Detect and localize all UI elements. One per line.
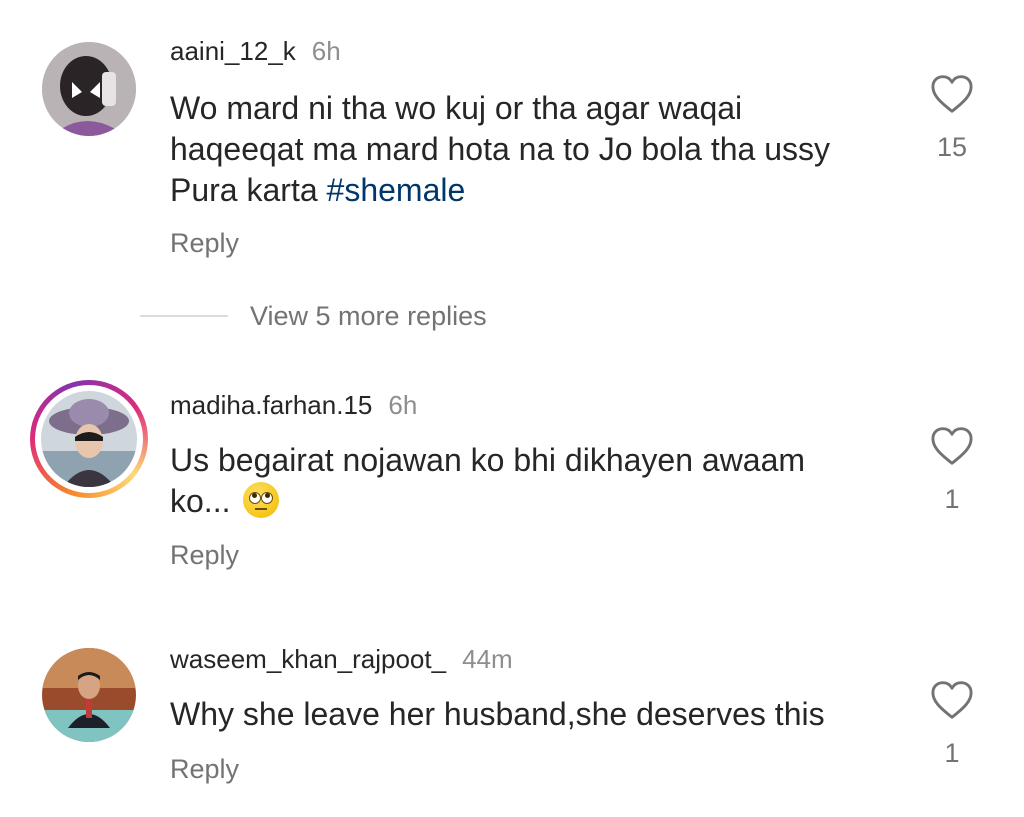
like-count: 1 (944, 484, 960, 514)
hashtag-link[interactable]: #shemale (327, 172, 466, 208)
like-button[interactable]: 1 (926, 426, 978, 515)
username[interactable]: aaini_12_k (170, 36, 296, 66)
reply-button[interactable]: Reply (170, 754, 239, 785)
like-button[interactable]: 15 (926, 74, 978, 163)
username[interactable]: madiha.farhan.15 (170, 390, 372, 420)
like-count: 1 (944, 738, 960, 768)
heart-outline-icon (931, 681, 973, 719)
username[interactable]: waseem_khan_rajpoot_ (170, 644, 446, 674)
comment-text: Why she leave her husband,she deserves t… (170, 694, 870, 735)
avatar[interactable] (42, 42, 136, 136)
like-count: 15 (936, 132, 968, 162)
timestamp: 6h (388, 390, 418, 420)
timestamp: 44m (462, 644, 513, 674)
divider-line (140, 315, 228, 317)
comment-meta: waseem_khan_rajpoot_ 44m (170, 644, 513, 675)
face-with-rolling-eyes-emoji (243, 482, 280, 518)
avatar[interactable] (42, 648, 136, 742)
view-more-replies-button[interactable]: View 5 more replies (140, 296, 487, 336)
heart-outline-icon (931, 75, 973, 113)
comment-meta: aaini_12_k 6h (170, 36, 341, 67)
comment-meta: madiha.farhan.15 6h (170, 390, 417, 421)
avatar-with-story-ring[interactable] (30, 380, 148, 498)
timestamp: 6h (311, 36, 341, 66)
like-button[interactable]: 1 (926, 680, 978, 769)
comment-body: Why she leave her husband,she deserves t… (170, 696, 825, 732)
heart-outline-icon (931, 427, 973, 465)
view-more-replies-label: View 5 more replies (250, 300, 487, 331)
comment-body: Wo mard ni tha wo kuj or tha agar waqai … (170, 90, 830, 208)
comment-text: Wo mard ni tha wo kuj or tha agar waqai … (170, 88, 870, 211)
comment-text: Us begairat nojawan ko bhi dikhayen awaa… (170, 440, 870, 522)
reply-button[interactable]: Reply (170, 228, 239, 259)
reply-button[interactable]: Reply (170, 540, 239, 571)
